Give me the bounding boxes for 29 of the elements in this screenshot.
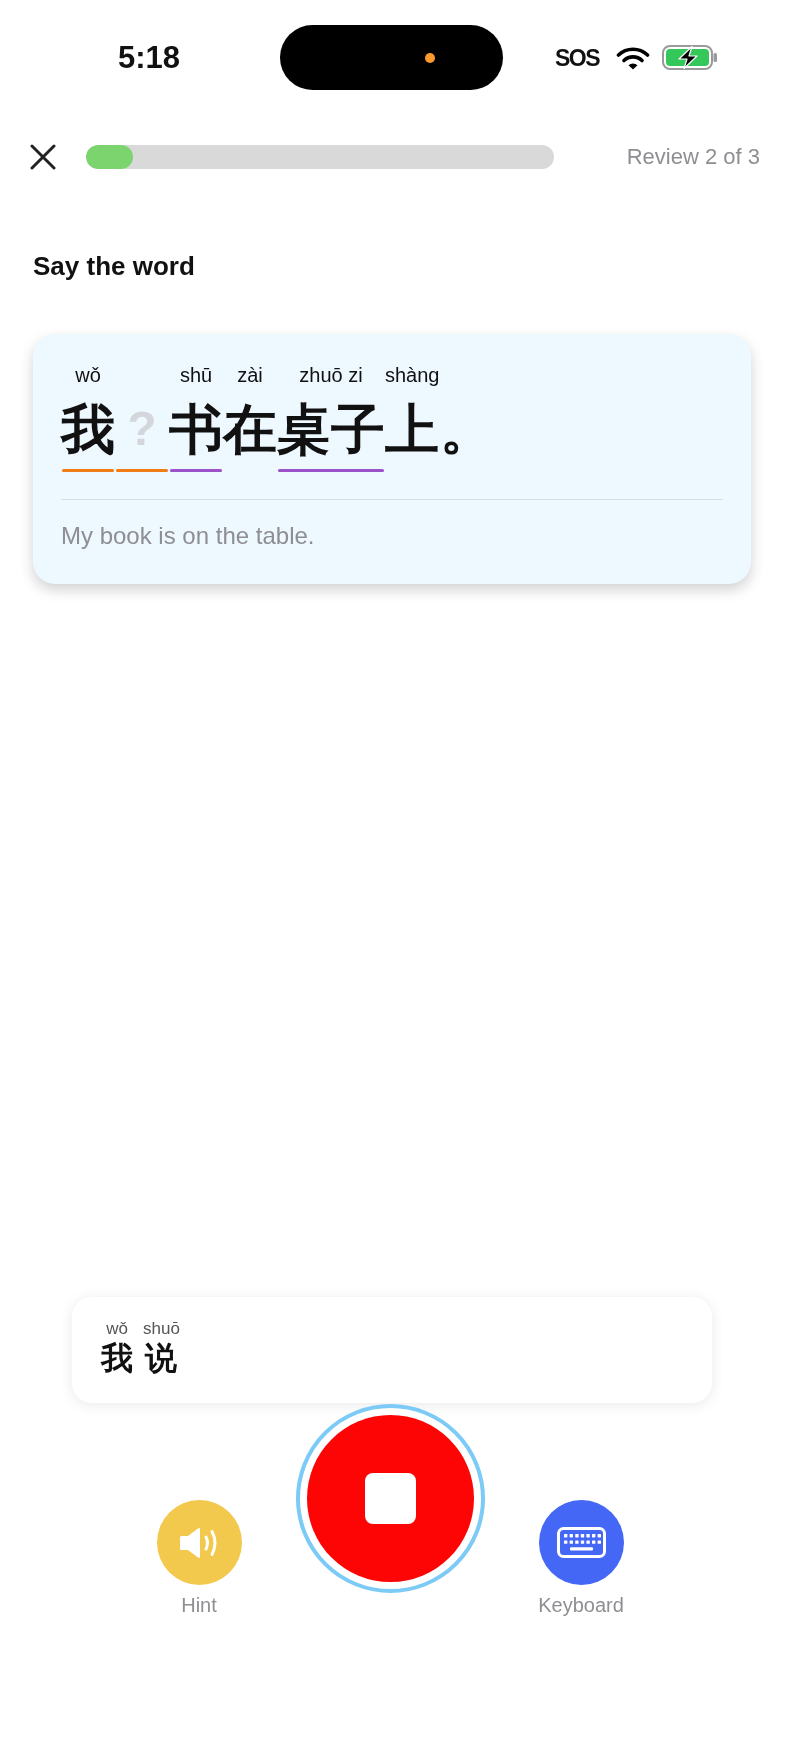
hanzi-text: 桌子 [277, 399, 385, 459]
pinyin-text: wǒ [106, 1319, 128, 1339]
keyboard-icon [556, 1527, 606, 1558]
translation-text: My book is on the table. [61, 522, 316, 550]
punctuation-mark: 。 [439, 399, 494, 459]
pinyin-text: shū [179, 363, 213, 387]
close-icon [30, 144, 56, 170]
hanzi-text: 在 [223, 399, 277, 459]
hanzi-text: 上 [385, 399, 440, 459]
review-counter: Review 2 of 3 [626, 144, 760, 170]
pinyin-text: wǒ [75, 363, 101, 387]
close-button[interactable] [28, 142, 58, 172]
stop-icon [364, 1473, 416, 1524]
hanzi-text: 说 [145, 1339, 178, 1377]
wifi-icon [616, 45, 651, 70]
keyboard-label: Keyboard [538, 1593, 624, 1617]
hanzi-text: 我 [101, 1339, 133, 1377]
hint-label: Hint [181, 1593, 217, 1617]
pinyin-text: zài [237, 363, 263, 387]
missing-word-marker: ? [126, 401, 158, 457]
pinyin-text: zhuō zi [299, 363, 363, 387]
status-time: 5:18 [118, 39, 181, 75]
hanzi-text: 我 [61, 399, 115, 459]
hanzi-text: 书 [169, 399, 223, 459]
pinyin-text: shàng [385, 363, 440, 387]
pinyin-text: shuō [143, 1319, 180, 1339]
indicator-dot-icon [425, 52, 435, 63]
prompt-title: Say the word [33, 251, 195, 281]
network-label: SOS [555, 44, 600, 71]
